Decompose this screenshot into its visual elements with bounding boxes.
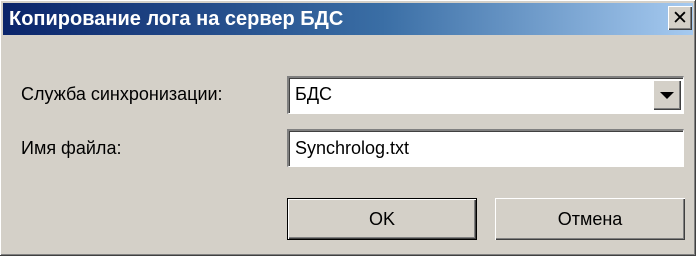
dialog-window: Копирование лога на сервер БДС ✕ Служба … [0, 0, 696, 256]
chevron-down-icon [660, 91, 674, 99]
sync-service-dropdown[interactable]: БДС [287, 76, 684, 114]
filename-value: Synchrolog.txt [295, 138, 410, 158]
sync-service-value: БДС [295, 84, 333, 104]
window-title: Копирование лога на сервер БДС [9, 7, 344, 30]
filename-label: Имя файла: [21, 138, 122, 158]
close-button[interactable]: ✕ [668, 6, 692, 30]
close-icon: ✕ [672, 7, 688, 29]
filename-field[interactable]: Synchrolog.txt [287, 129, 684, 167]
cancel-button[interactable]: Отмена [495, 198, 685, 240]
dropdown-arrow-button[interactable] [653, 80, 681, 110]
title-bar[interactable]: Копирование лога на сервер БДС ✕ [3, 3, 693, 35]
ok-button[interactable]: OK [287, 198, 477, 240]
sync-service-label: Служба синхронизации: [21, 84, 223, 104]
